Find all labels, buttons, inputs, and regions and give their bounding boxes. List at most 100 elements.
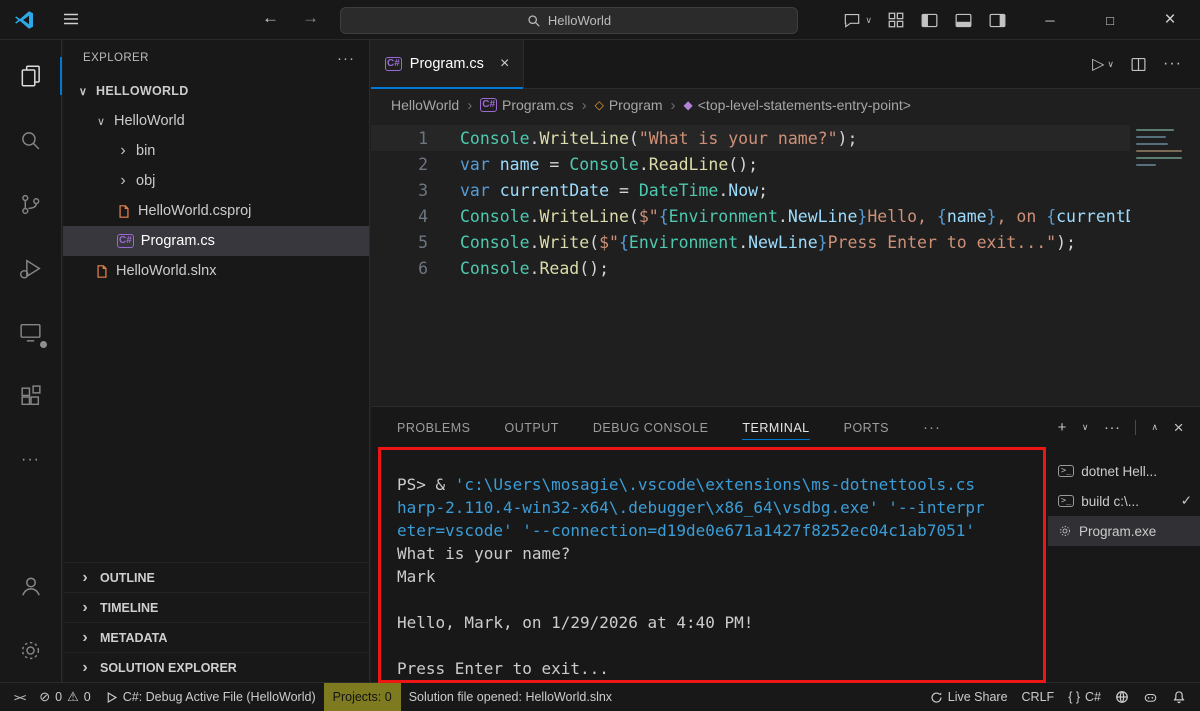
line-text: var name = Console.ReadLine(); — [460, 155, 758, 174]
search-icon — [527, 14, 541, 28]
eol-status[interactable]: CRLF — [1016, 683, 1061, 711]
tree-item-programcs-file[interactable]: C# Program.cs — [63, 226, 369, 256]
section-outline[interactable]: › OUTLINE — [63, 562, 369, 592]
breadcrumb-label: HelloWorld — [391, 97, 459, 113]
error-count: 0 — [55, 690, 62, 704]
panel-more-icon[interactable]: ··· — [923, 419, 941, 436]
close-button[interactable]: × — [1140, 0, 1200, 40]
terminal-line: Press Enter to exit... — [397, 657, 1048, 680]
minimize-button[interactable]: ─ — [1020, 0, 1080, 40]
breadcrumb-entry-point[interactable]: ◆ <top-level-statements-entry-point> — [684, 97, 911, 113]
tree-root-helloworld[interactable]: ∨ HELLOWORLD — [63, 76, 369, 106]
tree-item-slnx-file[interactable]: HelloWorld.slnx — [63, 256, 369, 286]
copilot-chat-button[interactable]: ∨ — [842, 10, 872, 30]
tree-item-helloworld-folder[interactable]: ∨ HelloWorld — [63, 106, 369, 136]
vscode-logo-icon — [13, 9, 35, 34]
section-label: OUTLINE — [100, 571, 155, 585]
maximize-button[interactable]: □ — [1080, 0, 1140, 40]
remote-indicator[interactable]: >< — [8, 683, 31, 711]
toggle-sidebar-icon[interactable] — [920, 11, 939, 30]
line-text — [397, 636, 407, 655]
code-line[interactable]: 1Console.WriteLine("What is your name?")… — [371, 125, 1200, 151]
activity-remote-explorer-icon[interactable] — [0, 300, 62, 364]
panel-tab-terminal[interactable]: TERMINAL — [742, 407, 809, 448]
code-line[interactable]: 4Console.WriteLine($"{Environment.NewLin… — [371, 203, 1200, 229]
activity-run-debug-icon[interactable] — [0, 236, 62, 300]
terminal-output[interactable]: PS> & 'c:\Users\mosagie\.vscode\extensio… — [371, 448, 1048, 682]
breadcrumb-symbol-program[interactable]: ◇ Program — [595, 97, 663, 113]
tree-item-bin-folder[interactable]: › bin — [63, 136, 369, 166]
explorer-more-icon[interactable]: ··· — [337, 50, 355, 67]
line-text: PS> & 'c:\Users\mosagie\.vscode\extensio… — [397, 475, 975, 494]
copilot-icon[interactable] — [1137, 683, 1164, 711]
tab-programcs[interactable]: C# Program.cs × — [371, 40, 524, 88]
editor-more-icon[interactable]: ··· — [1163, 55, 1182, 73]
breadcrumb-project[interactable]: HelloWorld — [391, 97, 459, 113]
activity-extensions-icon[interactable] — [0, 364, 62, 428]
breadcrumb-file[interactable]: C# Program.cs — [480, 97, 573, 113]
chevron-right-icon: › — [79, 573, 91, 583]
debug-status[interactable]: C#: Debug Active File (HelloWorld) — [99, 683, 322, 711]
tab-close-icon[interactable]: × — [500, 55, 509, 73]
code-line[interactable]: 3var currentDate = DateTime.Now; — [371, 177, 1200, 203]
tree-item-obj-folder[interactable]: › obj — [63, 166, 369, 196]
code-editor[interactable]: 1Console.WriteLine("What is your name?")… — [371, 121, 1200, 406]
problems-status[interactable]: ⊘ 0 ⚠ 0 — [33, 683, 96, 711]
bell-icon[interactable] — [1166, 683, 1192, 711]
account-icon[interactable] — [0, 554, 62, 618]
section-timeline[interactable]: › TIMELINE — [63, 592, 369, 622]
terminal-list-item-program[interactable]: Program.exe — [1048, 516, 1200, 546]
panel-more-actions-icon[interactable]: ··· — [1104, 419, 1121, 436]
tree-item-label: HelloWorld.slnx — [116, 263, 216, 279]
panel-tab-problems[interactable]: PROBLEMS — [397, 407, 470, 448]
terminal-icon: >_ — [1058, 495, 1074, 507]
terminal-list: >_ dotnet Hell... >_ build c:\... ✓ Prog… — [1048, 448, 1200, 682]
run-button[interactable]: ▷ ∨ — [1092, 54, 1114, 74]
panel-tab-debug-console[interactable]: DEBUG CONSOLE — [593, 407, 709, 448]
terminal-list-item-dotnet[interactable]: >_ dotnet Hell... — [1048, 456, 1200, 486]
panel-maximize-icon[interactable]: ∧ — [1151, 422, 1158, 433]
section-metadata[interactable]: › METADATA — [63, 622, 369, 652]
section-solution-explorer[interactable]: › SOLUTION EXPLORER — [63, 652, 369, 682]
activity-search-icon[interactable] — [0, 108, 62, 172]
panel-close-icon[interactable]: × — [1174, 418, 1184, 438]
activity-source-control-icon[interactable] — [0, 172, 62, 236]
language-status[interactable]: { } C# — [1062, 683, 1107, 711]
live-share-status[interactable]: Live Share — [924, 683, 1014, 711]
line-text — [397, 590, 407, 609]
terminal-dropdown-icon[interactable]: ∨ — [1082, 422, 1089, 433]
csharp-file-icon: C# — [480, 98, 497, 112]
globe-icon[interactable] — [1109, 683, 1135, 711]
live-share-label: Live Share — [948, 690, 1008, 704]
line-number: 5 — [371, 233, 428, 252]
settings-gear-icon[interactable] — [0, 618, 62, 682]
panel-tab-ports[interactable]: PORTS — [844, 407, 889, 448]
code-line[interactable]: 5Console.Write($"{Environment.NewLine}Pr… — [371, 229, 1200, 255]
projects-status-badge[interactable]: Projects: 0 — [324, 683, 401, 711]
solution-status[interactable]: Solution file opened: HelloWorld.slnx — [403, 683, 618, 711]
explorer-header: EXPLORER ··· — [63, 40, 369, 76]
command-center-search[interactable]: HelloWorld — [340, 7, 798, 34]
activity-more-icon[interactable]: ··· — [0, 428, 62, 492]
panel-tab-output[interactable]: OUTPUT — [504, 407, 558, 448]
customize-layout-icon[interactable] — [887, 11, 905, 29]
toggle-secondary-sidebar-icon[interactable] — [988, 11, 1007, 30]
cube-symbol-icon: ◆ — [684, 98, 693, 112]
minimap[interactable] — [1130, 121, 1200, 406]
terminal-list-item-build[interactable]: >_ build c:\... ✓ — [1048, 486, 1200, 516]
tree-item-csproj-file[interactable]: HelloWorld.csproj — [63, 196, 369, 226]
menu-hamburger-icon[interactable] — [62, 10, 80, 28]
breadcrumb-label: Program — [609, 97, 663, 113]
code-line[interactable]: 6Console.Read(); — [371, 255, 1200, 281]
new-terminal-icon[interactable]: + — [1058, 419, 1067, 436]
terminal-line: What is your name? — [397, 542, 1048, 565]
activity-explorer-icon[interactable] — [0, 44, 62, 108]
code-line[interactable]: 2var name = Console.ReadLine(); — [371, 151, 1200, 177]
terminal-line: PS> & 'c:\Users\mosagie\.vscode\extensio… — [397, 473, 1048, 496]
navigate-back-icon[interactable]: ← — [262, 8, 279, 28]
remote-error-badge — [38, 339, 49, 350]
toggle-panel-icon[interactable] — [954, 11, 973, 30]
split-editor-icon[interactable] — [1130, 56, 1147, 73]
braces-icon: { } — [1068, 690, 1080, 704]
navigate-forward-icon[interactable]: → — [302, 8, 319, 28]
